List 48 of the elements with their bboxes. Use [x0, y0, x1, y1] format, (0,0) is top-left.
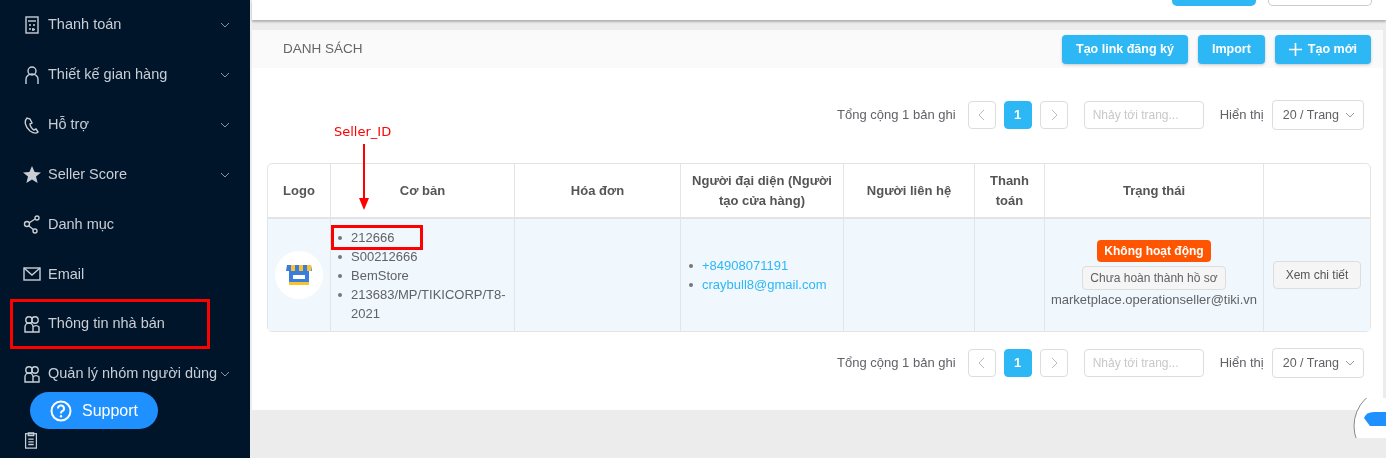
store-logo-icon	[275, 251, 323, 299]
sidebar-item[interactable]: Thông tin nhà bán	[10, 299, 210, 350]
next-page-button[interactable]	[1039, 101, 1068, 129]
page-size-select[interactable]: 20 / Trang	[1271, 100, 1364, 130]
list-item: BemStore	[338, 265, 509, 285]
clipboard-icon	[22, 431, 40, 450]
people-icon	[22, 364, 42, 385]
help-icon	[50, 399, 72, 422]
sidebar-item[interactable]: Hỗ trợ	[0, 107, 250, 142]
total-count: Tổng cộng 1 bản ghi	[837, 354, 956, 373]
toolbar-button[interactable]	[1268, 0, 1372, 6]
page-size-select[interactable]: 20 / Trang	[1271, 348, 1364, 378]
list-item: S00212666	[338, 246, 509, 266]
sidebar-item[interactable]: Quản lý nhóm người dùng	[0, 357, 250, 392]
chevron-right-icon	[1049, 109, 1058, 121]
sidebar-item[interactable]: Seller Score	[0, 157, 250, 192]
next-page-button[interactable]	[1039, 349, 1068, 377]
chevron-down-icon	[1345, 359, 1355, 367]
sidebar-item[interactable]: Email	[0, 257, 250, 292]
plus-icon	[1288, 42, 1302, 56]
nodes-icon	[22, 214, 42, 235]
star-icon	[22, 164, 42, 185]
panel-title: DANH SÁCH	[283, 39, 363, 58]
prev-page-button[interactable]	[967, 101, 996, 129]
page-size-label: Hiển thị	[1219, 106, 1264, 125]
toolbar-button[interactable]	[1172, 0, 1256, 6]
chevron-down-icon	[1345, 111, 1355, 119]
page-size-label: Hiển thị	[1219, 354, 1264, 373]
prev-page-button[interactable]	[967, 349, 996, 377]
operator-email: marketplace.operationseller@tiki.vn	[1050, 291, 1258, 310]
chevron-right-icon	[1049, 357, 1058, 369]
person-icon	[22, 64, 42, 85]
annotation-label: Seller_ID	[334, 123, 392, 141]
total-count: Tổng cộng 1 bản ghi	[837, 106, 956, 125]
chevron-left-icon	[977, 109, 986, 121]
chevron-left-icon	[977, 357, 986, 369]
sidebar-item[interactable]: Danh mục	[0, 207, 250, 242]
list-item: 213683/MP/TIKICORP/T8-2021	[338, 284, 509, 323]
annotation-arrow	[358, 144, 370, 210]
profile-status-tag: Chưa hoàn thành hồ sơ	[1082, 266, 1226, 291]
status-badge: Không hoạt động	[1097, 240, 1211, 263]
people-icon	[22, 314, 42, 335]
sidebar-item[interactable]: Thiết kế gian hàng	[0, 57, 250, 92]
chat-widget-icon[interactable]	[1352, 398, 1386, 438]
list-item: 212666	[334, 227, 420, 247]
sidebar-item[interactable]: Thanh toán	[0, 8, 250, 42]
calculator-icon	[22, 14, 42, 35]
view-details-button[interactable]: Xem chi tiết	[1272, 261, 1362, 289]
